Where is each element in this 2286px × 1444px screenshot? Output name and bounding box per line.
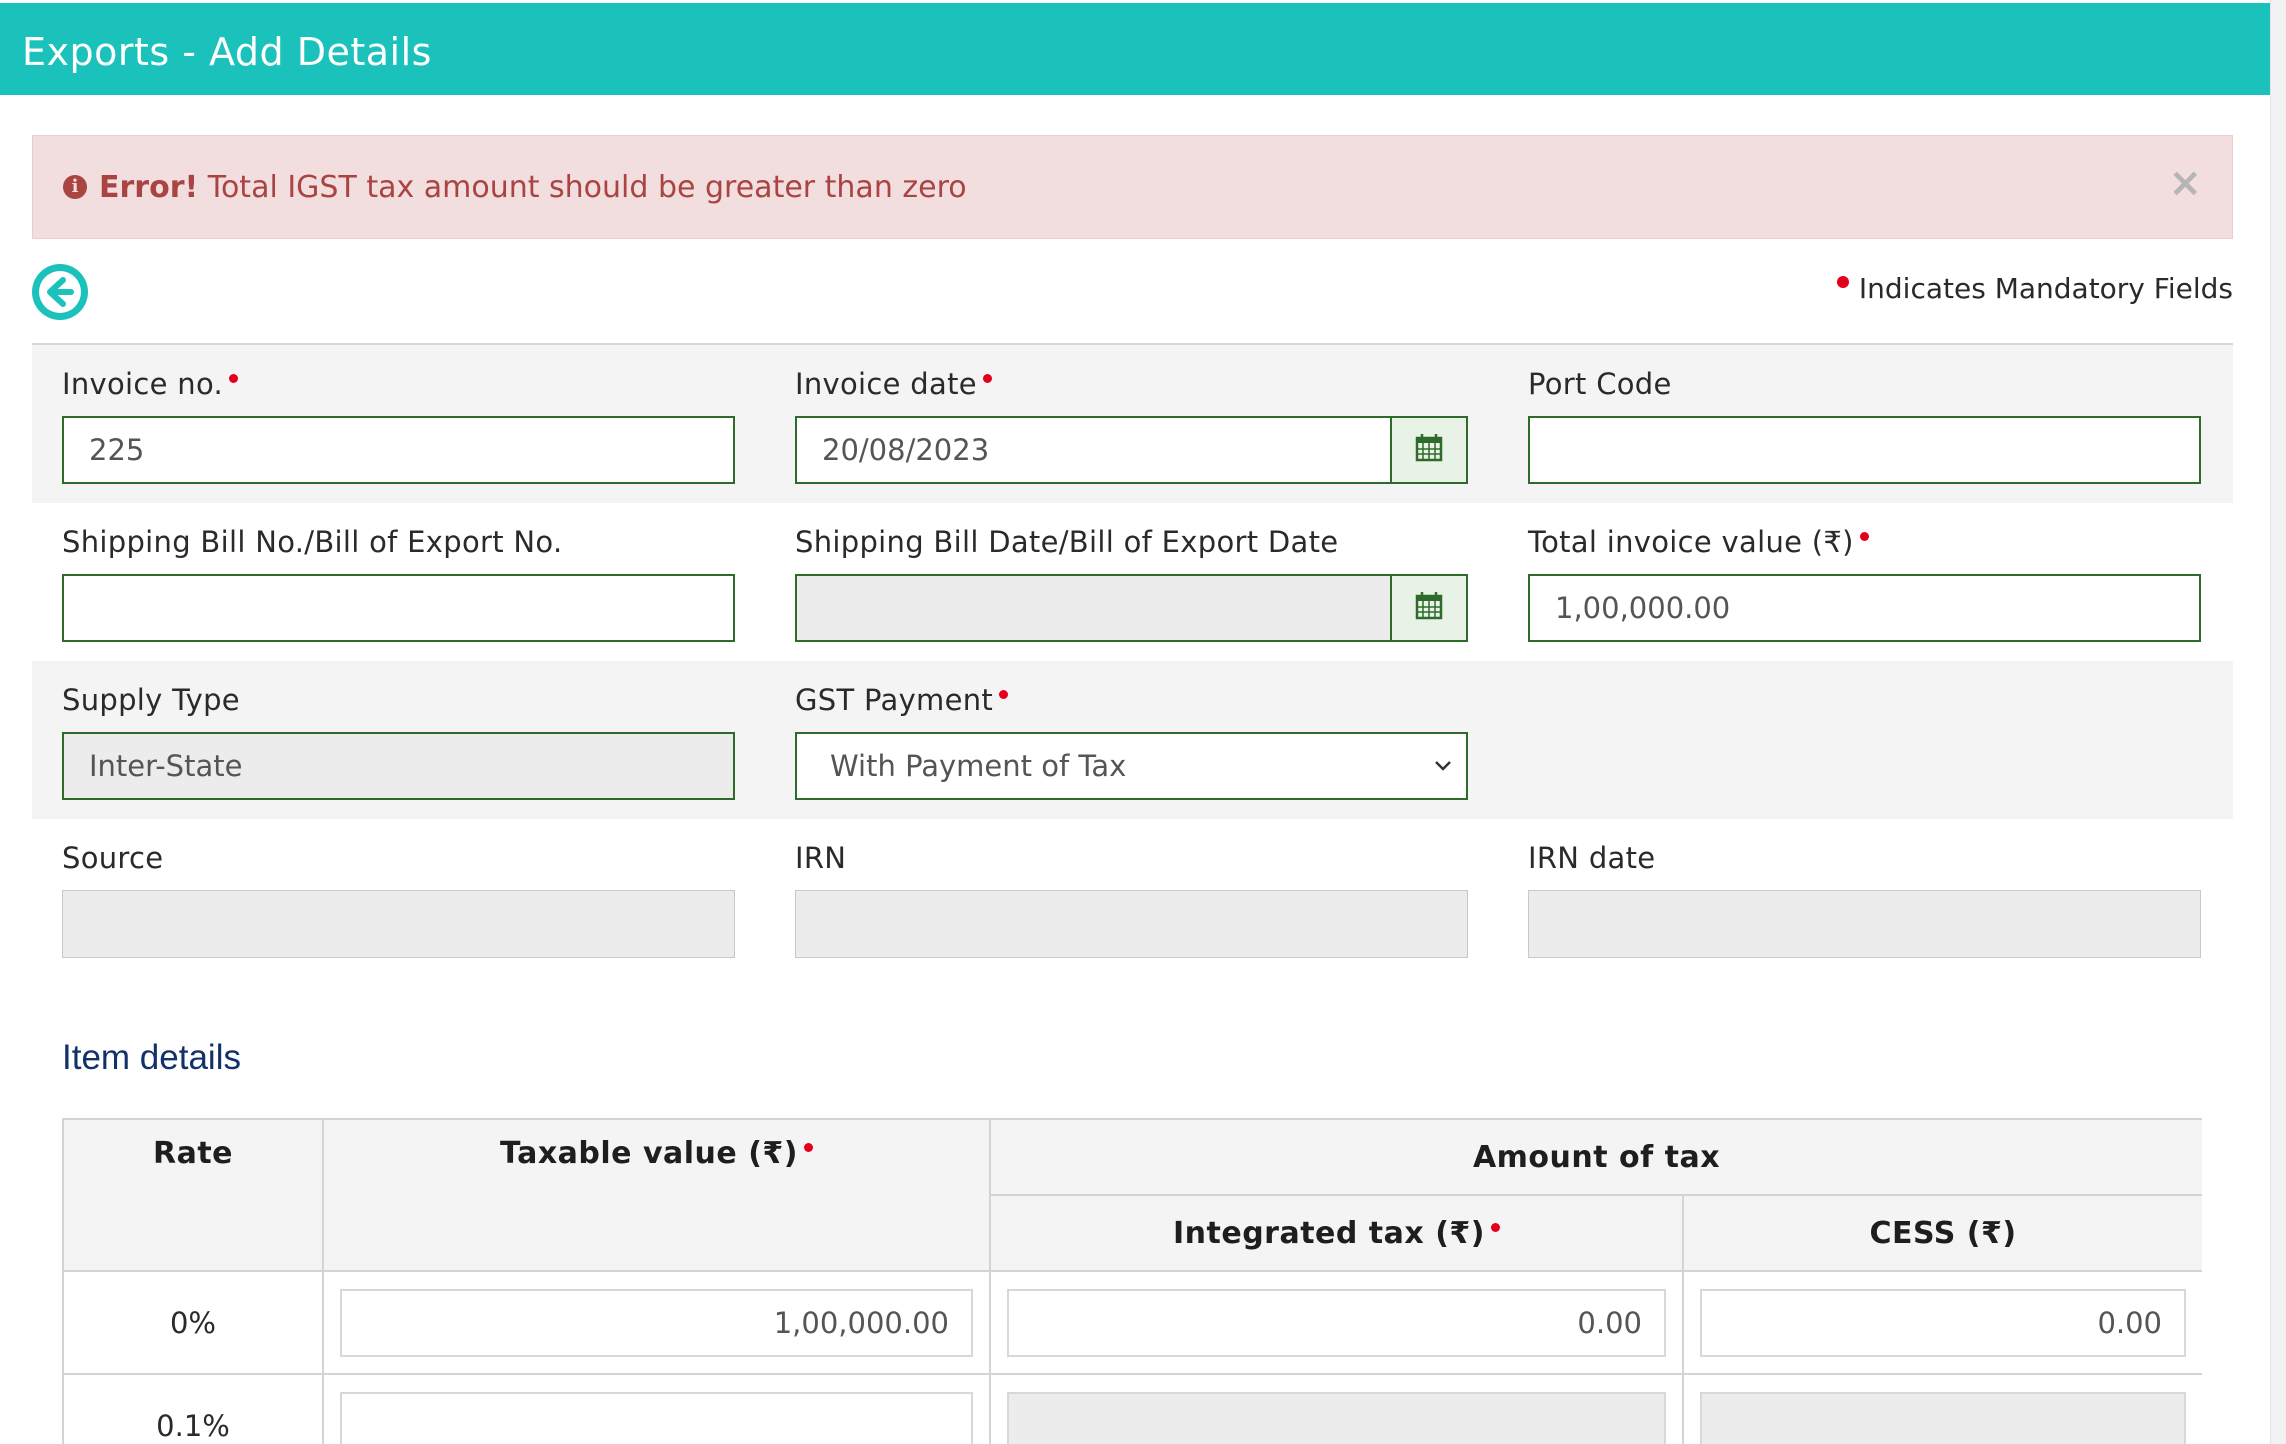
required-dot-icon [1859,532,1869,542]
calendar-button[interactable] [1390,574,1468,642]
source-label: Source [62,841,164,875]
irn-input [795,890,1468,958]
supply-type-group: Supply Type Inter-State [62,661,735,819]
taxable-value-input[interactable] [340,1392,973,1444]
port-code-input[interactable] [1528,416,2201,484]
taxable-value-cell: 1,00,000.00 [322,1270,991,1375]
calendar-button[interactable] [1390,416,1468,484]
calendar-icon [1415,434,1443,462]
shipping-bill-date-group: Shipping Bill Date/Bill of Export Date [795,503,1468,661]
required-dot-icon [804,1143,813,1152]
form-row-1: Invoice no. 225 Invoice date 20/08/2023 … [32,345,2233,503]
shipping-bill-no-label: Shipping Bill No./Bill of Export No. [62,525,563,559]
invoice-date-group: Invoice date 20/08/2023 [795,345,1468,503]
info-icon: i [63,175,87,199]
form-row-2: Shipping Bill No./Bill of Export No. Shi… [32,503,2233,661]
table-row: 0.1% [62,1373,2202,1444]
scrollbar-track[interactable] [2270,0,2286,1444]
rate-cell: 0.1% [62,1373,324,1444]
rate-header: Rate [62,1118,324,1272]
integrated-tax-header: Integrated tax (₹) [989,1194,1684,1272]
calendar-icon [1415,592,1443,620]
gst-payment-group: GST Payment With Payment of Tax [795,661,1468,819]
cess-cell [1681,1373,2202,1444]
irn-group: IRN [795,819,1468,977]
close-icon[interactable]: × [2168,163,2202,203]
required-dot-icon [229,374,239,384]
invoice-no-label: Invoice no. [62,367,239,401]
taxable-value-header: Taxable value (₹) [322,1118,991,1272]
mandatory-legend: Indicates Mandatory Fields [1836,272,2233,305]
supply-type-label: Supply Type [62,683,240,717]
chevron-down-icon [1435,761,1451,771]
error-message: Error! Total IGST tax amount should be g… [99,170,967,205]
integrated-tax-input [1007,1392,1666,1444]
port-code-group: Port Code [1528,345,2201,503]
arrow-left-icon [39,271,81,313]
shipping-bill-no-input[interactable] [62,574,735,642]
form-row-4: Source IRN IRN date [32,819,2233,977]
integrated-tax-cell: 0.00 [989,1270,1684,1375]
taxable-value-cell [322,1373,991,1444]
shipping-bill-no-group: Shipping Bill No./Bill of Export No. [62,503,735,661]
cess-input[interactable]: 0.00 [1700,1289,2187,1357]
invoice-no-input[interactable]: 225 [62,416,735,484]
error-alert: i Error! Total IGST tax amount should be… [32,135,2233,239]
irn-date-label: IRN date [1528,841,1656,875]
shipping-bill-date-label: Shipping Bill Date/Bill of Export Date [795,525,1339,559]
invoice-date-input[interactable]: 20/08/2023 [795,416,1392,484]
source-group: Source [62,819,735,977]
required-dot-icon [999,690,1009,700]
shipping-bill-date-input[interactable] [795,574,1392,642]
page-title: Exports - Add Details [22,30,432,74]
cess-cell: 0.00 [1681,1270,2202,1375]
required-dot-icon [1836,275,1849,288]
error-label: Error! [99,170,199,205]
cess-input [1700,1392,2187,1444]
total-invoice-value-label: Total invoice value (₹) [1528,525,1869,559]
table-row: 0% 1,00,000.00 0.00 0.00 [62,1270,2202,1375]
taxable-value-input[interactable]: 1,00,000.00 [340,1289,973,1357]
rate-cell: 0% [62,1270,324,1375]
invoice-no-group: Invoice no. 225 [62,345,735,503]
amount-of-tax-header: Amount of tax [988,1118,2202,1196]
form-row-3: Supply Type Inter-State GST Payment With… [32,661,2233,819]
gst-payment-value: With Payment of Tax [830,749,1127,783]
irn-date-input [1528,890,2201,958]
back-button[interactable] [32,264,88,320]
cess-header: CESS (₹) [1681,1194,2202,1272]
page-header: Exports - Add Details [0,3,2270,95]
total-invoice-value-input[interactable]: 1,00,000.00 [1528,574,2201,642]
integrated-tax-input[interactable]: 0.00 [1007,1289,1666,1357]
total-invoice-value-group: Total invoice value (₹) 1,00,000.00 [1528,503,2201,661]
gst-payment-label: GST Payment [795,683,1009,717]
irn-date-group: IRN date [1528,819,2201,977]
required-dot-icon [982,374,992,384]
irn-label: IRN [795,841,847,875]
item-details-table: Rate Taxable value (₹) Amount of tax Int… [62,1118,2202,1444]
required-dot-icon [1491,1222,1500,1232]
error-text: Total IGST tax amount should be greater … [207,170,967,205]
integrated-tax-cell [989,1373,1684,1444]
source-input [62,890,735,958]
invoice-date-label: Invoice date [795,367,992,401]
supply-type-input: Inter-State [62,732,735,800]
port-code-label: Port Code [1528,367,1672,401]
gst-payment-select[interactable]: With Payment of Tax [795,732,1468,800]
item-details-heading: Item details [62,1038,241,1077]
